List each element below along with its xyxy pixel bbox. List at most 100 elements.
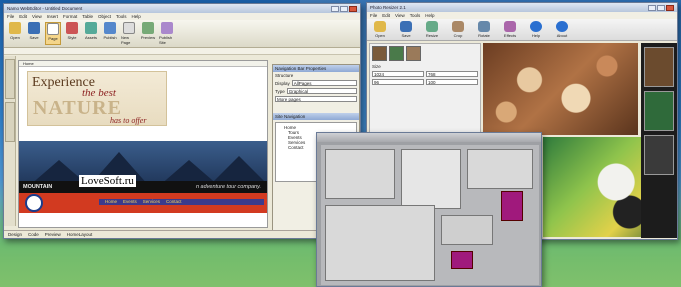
menu-help[interactable]: Help — [132, 14, 141, 19]
resize-icon — [426, 21, 438, 32]
globe-icon — [161, 22, 173, 34]
properties-title: Navigation Bar Properties — [273, 65, 359, 72]
menu-file[interactable]: File — [7, 14, 14, 19]
help-button[interactable]: Help — [525, 21, 547, 38]
menu-object[interactable]: Object — [98, 14, 111, 19]
display-select[interactable]: AllPages — [291, 80, 357, 86]
style-icon — [66, 22, 78, 34]
web-editor-window: Namo WebEditor - Untitled Document File … — [3, 3, 361, 239]
photo-menubar: File Edit View Tools Help — [367, 12, 677, 19]
display-label: Display — [275, 80, 290, 86]
editor-menubar: File Edit View Insert Format Table Objec… — [4, 13, 360, 20]
more-pages-button[interactable]: More pages — [275, 96, 357, 102]
tab-code[interactable]: Code — [28, 232, 39, 237]
tab-preview[interactable]: Preview — [45, 232, 61, 237]
effects-icon — [504, 21, 516, 32]
document-canvas[interactable]: Home Experience the best NATURE has to o… — [18, 60, 268, 228]
designer-canvas[interactable] — [321, 145, 539, 285]
menu-view[interactable]: View — [395, 13, 405, 18]
photo-titlebar[interactable]: Photo Resizer 2.1 — [367, 3, 677, 12]
width-field[interactable]: 1024 — [372, 71, 424, 77]
navigation-bar[interactable]: Home Events Services Contact — [99, 199, 264, 205]
nav-events[interactable]: Events — [123, 199, 137, 205]
open-button[interactable]: Open — [7, 22, 23, 45]
format-toolbar[interactable] — [4, 48, 360, 55]
size-label: Size — [372, 64, 381, 69]
preview-label: Preview — [140, 35, 156, 40]
publish-button[interactable]: Publish — [102, 22, 118, 45]
crop-button[interactable]: Crop — [447, 21, 469, 38]
save-label: Save — [401, 33, 411, 38]
dpi-field[interactable]: 96 — [372, 79, 424, 85]
left-tab-1[interactable] — [5, 59, 15, 99]
site-nav-title: Site Navigation — [273, 113, 359, 120]
maximize-button[interactable] — [340, 5, 348, 12]
help-label: Help — [531, 33, 541, 38]
menu-tools[interactable]: Tools — [116, 14, 127, 19]
resize-label: Resize — [425, 33, 439, 38]
thumbnail-strip — [370, 44, 480, 63]
shells-photo — [483, 43, 638, 135]
preview-button[interactable]: Preview — [140, 22, 156, 45]
assets-button[interactable]: Assets — [83, 22, 99, 45]
percent-field[interactable]: 100 — [426, 79, 478, 85]
menu-file[interactable]: File — [370, 13, 377, 18]
designer-panel[interactable] — [467, 149, 533, 189]
hero-line4: has to offer — [110, 116, 147, 125]
menu-insert[interactable]: Insert — [47, 14, 58, 19]
rotate-icon — [478, 21, 490, 32]
film-frame[interactable] — [644, 47, 674, 87]
film-frame[interactable] — [644, 91, 674, 131]
publish-site-button[interactable]: Publish Site — [159, 22, 175, 45]
menu-edit[interactable]: Edit — [382, 13, 390, 18]
editor-statusbar: Design Code Preview HomeLayout — [4, 230, 360, 238]
tab-design[interactable]: Design — [8, 232, 22, 237]
open-label: Open — [10, 35, 20, 40]
rotate-button[interactable]: Rotate — [473, 21, 495, 38]
close-button[interactable] — [349, 5, 357, 12]
doc-tab[interactable]: Home — [19, 61, 267, 67]
designer-panel[interactable] — [325, 149, 395, 199]
thumbnail[interactable] — [372, 46, 387, 61]
designer-dialog[interactable] — [401, 149, 461, 209]
menu-format[interactable]: Format — [63, 14, 77, 19]
effects-label: Effects — [503, 33, 517, 38]
minimize-button[interactable] — [331, 5, 339, 12]
left-panel-tabs — [4, 56, 16, 226]
effects-button[interactable]: Effects — [499, 21, 521, 38]
page-button[interactable]: Page — [45, 22, 61, 45]
style-button[interactable]: Style — [64, 22, 80, 45]
maximize-button[interactable] — [657, 4, 665, 11]
help-icon — [530, 21, 542, 32]
open-button[interactable]: Open — [369, 21, 391, 38]
save-button[interactable]: Save — [395, 21, 417, 38]
save-button[interactable]: Save — [26, 22, 42, 45]
designer-panel[interactable] — [441, 215, 493, 245]
publish-label: Publish — [103, 35, 117, 40]
new-page-button[interactable]: New Page — [121, 22, 137, 45]
left-tab-2[interactable] — [5, 102, 15, 142]
crop-label: Crop — [453, 33, 463, 38]
menu-view[interactable]: View — [32, 14, 42, 19]
nav-home[interactable]: Home — [105, 199, 117, 205]
thumbnail[interactable] — [406, 46, 421, 61]
resize-button[interactable]: Resize — [421, 21, 443, 38]
close-button[interactable] — [666, 4, 674, 11]
menu-tools[interactable]: Tools — [410, 13, 421, 18]
height-field[interactable]: 768 — [426, 71, 478, 77]
type-select[interactable]: Graphical — [286, 88, 357, 94]
menu-table[interactable]: Table — [82, 14, 93, 19]
nav-services[interactable]: Services — [143, 199, 160, 205]
about-button[interactable]: About — [551, 21, 573, 38]
menu-help[interactable]: Help — [425, 13, 434, 18]
nav-contact[interactable]: Contact — [166, 199, 182, 205]
thumbnail[interactable] — [389, 46, 404, 61]
designer-grid[interactable] — [325, 205, 435, 281]
minimize-button[interactable] — [648, 4, 656, 11]
publish-icon — [104, 22, 116, 34]
info-icon — [556, 21, 568, 32]
editor-titlebar[interactable]: Namo WebEditor - Untitled Document — [4, 4, 360, 13]
designer-titlebar[interactable] — [317, 133, 541, 142]
film-frame[interactable] — [644, 135, 674, 175]
menu-edit[interactable]: Edit — [19, 14, 27, 19]
